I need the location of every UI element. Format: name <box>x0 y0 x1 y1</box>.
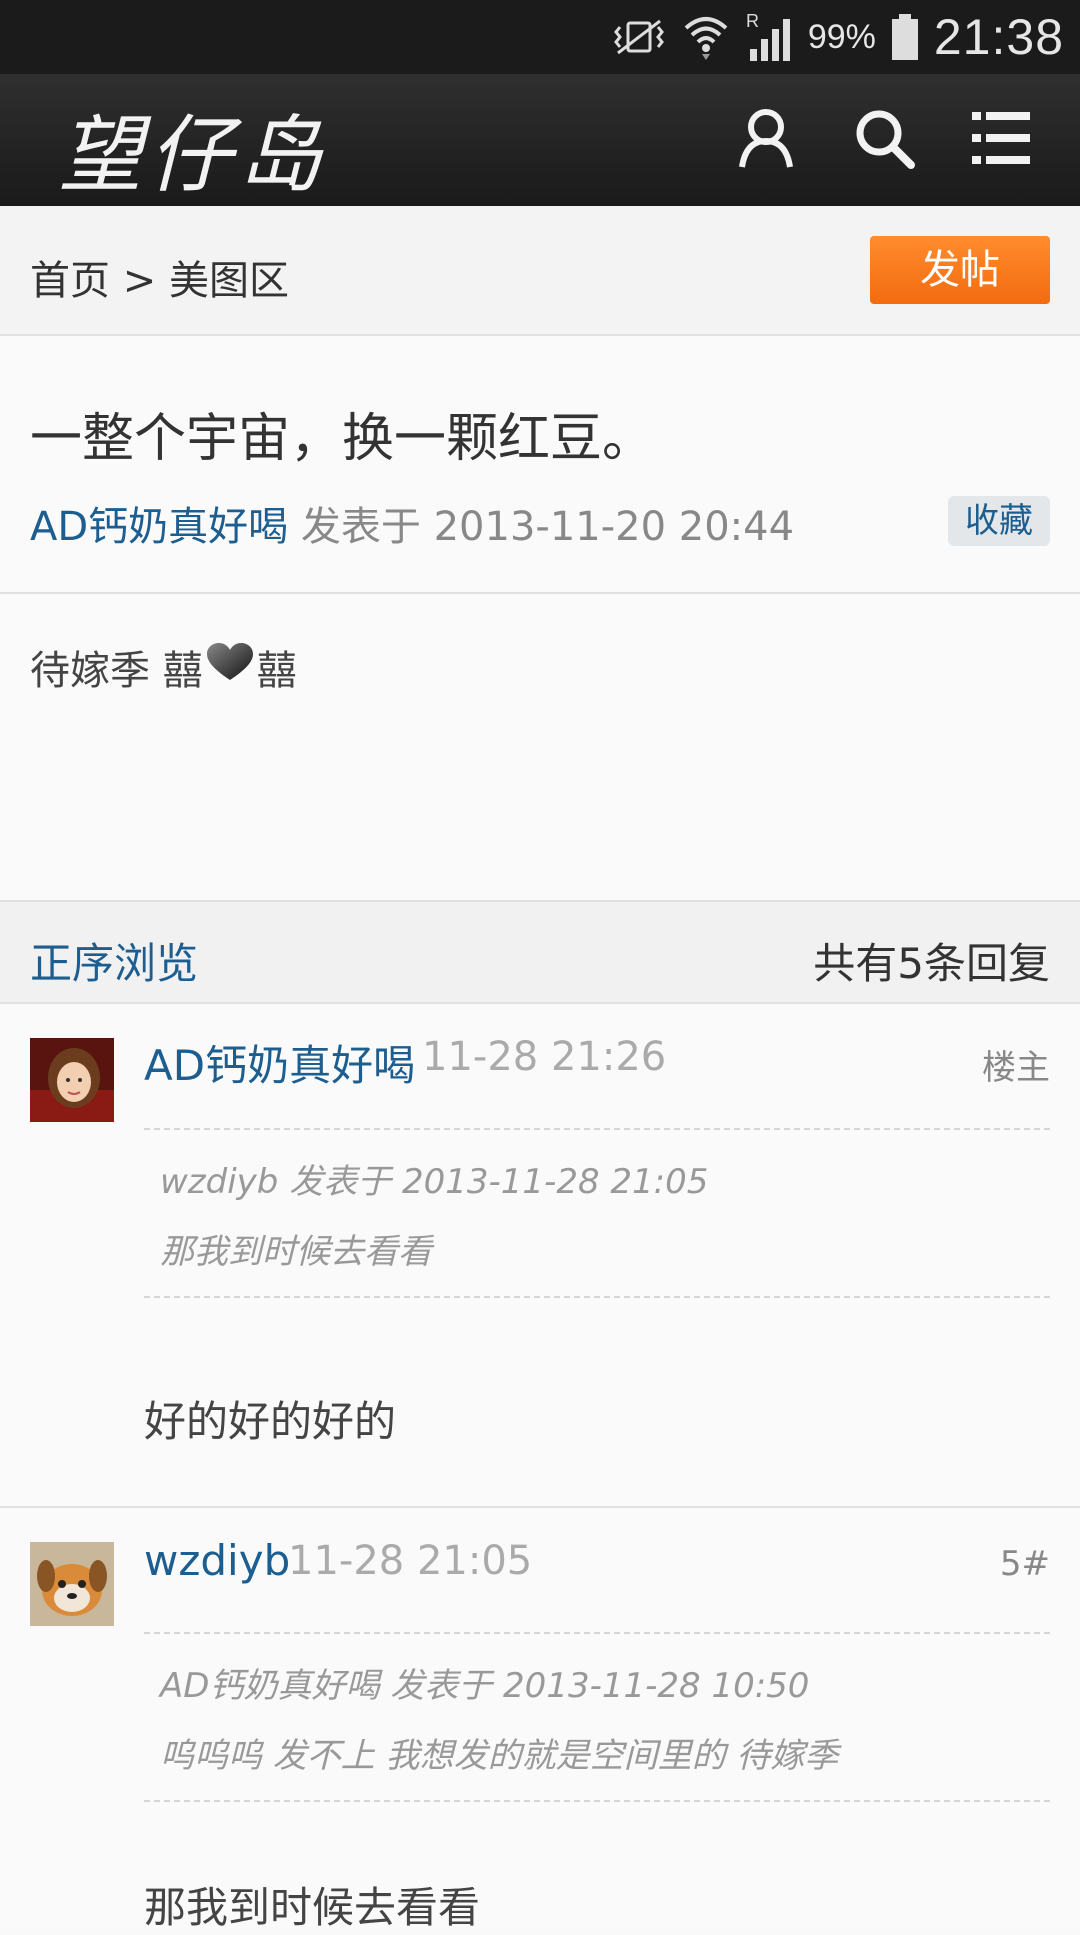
thread-meta: AD钙奶真好喝 发表于 2013-11-20 20:44 <box>30 494 794 552</box>
thread-body: 待嫁季 囍 囍 <box>30 638 297 696</box>
thread-body-text-start: 待嫁季 囍 <box>30 648 203 694</box>
reply-author[interactable]: wzdiyb <box>144 1536 290 1585</box>
thread-title: 一整个宇宙，换一颗红豆。 <box>30 409 655 469</box>
thread-header: 一整个宇宙，换一颗红豆。 AD钙奶真好喝 发表于 2013-11-20 20:4… <box>0 336 1080 594</box>
status-bar: R 99% 21:38 <box>0 0 1080 74</box>
reply-count: 共有5条回复 <box>813 939 1050 988</box>
reply-item: wzdiyb 11-28 21:05 5# AD钙奶真好喝 发表于 2013-1… <box>0 1508 1080 1932</box>
floor-label: 楼主 <box>982 1048 1050 1088</box>
wifi-icon <box>682 12 730 62</box>
search-icon[interactable] <box>852 106 916 170</box>
quote-block: wzdiyb 发表于 2013-11-28 21:05 那我到时候去看看 <box>144 1128 1050 1298</box>
user-icon[interactable] <box>734 106 798 170</box>
battery-icon <box>890 12 920 62</box>
thread-content: 待嫁季 囍 囍 <box>0 594 1080 902</box>
quote-text: 呜呜呜 发不上 我想发的就是空间里的 待嫁季 <box>160 1736 839 1776</box>
breadcrumb-bar: 首页 > 美图区 发帖 <box>0 206 1080 336</box>
quote-header: wzdiyb 发表于 2013-11-28 21:05 <box>160 1162 709 1202</box>
thread-author[interactable]: AD钙奶真好喝 <box>30 504 288 550</box>
battery-percent: 99% <box>807 17 876 56</box>
quote-text: 那我到时候去看看 <box>160 1232 432 1272</box>
thread-body-text-end: 囍 <box>256 648 297 694</box>
posted-time: 2013-11-20 20:44 <box>433 504 795 550</box>
menu-icon[interactable] <box>970 106 1034 170</box>
reply-text: 那我到时候去看看 <box>144 1883 481 1932</box>
reply-author[interactable]: AD钙奶真好喝 <box>144 1032 415 1093</box>
vibrate-icon <box>610 17 668 57</box>
avatar[interactable] <box>30 1038 114 1122</box>
new-post-button[interactable]: 发帖 <box>870 236 1050 304</box>
quote-header: AD钙奶真好喝 发表于 2013-11-28 10:50 <box>160 1666 810 1706</box>
breadcrumb[interactable]: 首页 > 美图区 <box>30 248 289 306</box>
reply-time: 11-28 21:26 <box>422 1034 667 1080</box>
sort-order-link[interactable]: 正序浏览 <box>30 930 198 991</box>
site-logo[interactable]: 望仔岛 <box>58 88 328 209</box>
svg-text:R: R <box>746 11 759 31</box>
reply-item: AD钙奶真好喝 11-28 21:26 楼主 wzdiyb 发表于 2013-1… <box>0 1004 1080 1508</box>
floor-label: 5# <box>999 1544 1050 1584</box>
app-header: 望仔岛 <box>0 74 1080 206</box>
posted-prefix: 发表于 <box>288 504 434 550</box>
avatar[interactable] <box>30 1542 114 1626</box>
reply-bar: 正序浏览 共有5条回复 <box>0 902 1080 1004</box>
quote-block: AD钙奶真好喝 发表于 2013-11-28 10:50 呜呜呜 发不上 我想发… <box>144 1632 1050 1802</box>
reply-text: 好的好的好的 <box>144 1397 397 1446</box>
signal-roaming-icon: R <box>744 11 794 63</box>
clock: 21:38 <box>933 9 1064 65</box>
heart-icon <box>205 642 255 692</box>
reply-time: 11-28 21:05 <box>288 1538 533 1584</box>
favorite-button[interactable]: 收藏 <box>948 496 1050 546</box>
